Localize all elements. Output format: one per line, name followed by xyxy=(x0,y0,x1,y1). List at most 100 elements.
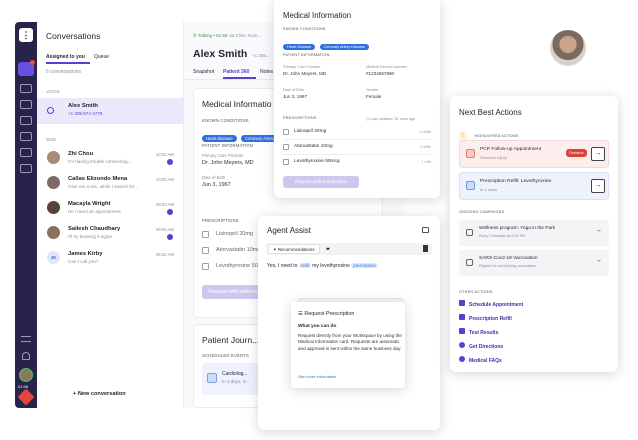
highlight-prescription[interactable]: prescription xyxy=(351,263,378,268)
agent-assist-title: Agent Assist xyxy=(267,226,312,235)
app-logo: ⋮ xyxy=(19,28,33,42)
action-sub: In 1 week xyxy=(480,187,498,192)
dob-value: Jun 3, 1967 xyxy=(202,182,231,188)
campaign-arrow-icon[interactable]: → xyxy=(595,257,602,264)
campaign-sub: Every Tuesdays at 5:00 PM xyxy=(479,234,526,238)
patient-phone: +1 305... xyxy=(252,53,270,58)
rx-checkbox[interactable] xyxy=(202,263,209,270)
medinfo-condition-pills: Heart Disease Coronary Artery Disease xyxy=(283,35,369,53)
last-updated-text: Last updated: 30 mins ago xyxy=(370,117,416,121)
message-text: Yes, I need to xyxy=(267,263,298,269)
sms-header: SMS xyxy=(46,137,56,142)
other-action-link[interactable]: Medical FAQs xyxy=(459,356,502,364)
condition-pill: Heart Disease xyxy=(202,135,237,142)
rx-row: Lisinopril 20mg 4 refills xyxy=(283,128,433,140)
list-item[interactable]: Zhi Chou I'm having trouble connecting..… xyxy=(37,149,184,173)
contact-name: Zhi Chou xyxy=(68,151,94,157)
calendar-icon[interactable] xyxy=(20,116,32,125)
action-card-overdue[interactable]: PCP Follow-up Appointment Shoulder Injur… xyxy=(459,140,609,168)
medinfo-pcp: Dr. John Meyers, MD xyxy=(283,71,327,76)
action-sub: Shoulder Injury xyxy=(480,155,507,160)
tab-snapshot[interactable]: Snapshot xyxy=(193,69,214,75)
campaign-icon xyxy=(466,229,473,236)
chat-icon[interactable]: ▰ xyxy=(326,246,330,252)
event-title: Cardiolog... xyxy=(222,371,248,377)
assist-message: Yes, I need to refill my levothyroxine p… xyxy=(267,263,378,269)
rx-note: 4 refills xyxy=(419,130,431,134)
voice-item-selected[interactable]: Alex Smith +1 305-574-4775 xyxy=(37,98,184,124)
rx-note: 1 refill xyxy=(421,160,431,164)
medinfo-dob: Jun 3, 1967 xyxy=(283,94,308,99)
message-time: 10:02 AM xyxy=(155,152,174,157)
unread-badge xyxy=(167,234,173,240)
medical-card-title: Medical Informatio xyxy=(202,99,272,109)
medinfo-conditions-label: KNOWN CONDITIONS xyxy=(283,27,326,31)
patient-info-label: PATIENT INFORMATION xyxy=(202,143,253,148)
menu-icon[interactable] xyxy=(21,336,31,342)
popover-link[interactable]: See more information xyxy=(298,374,336,379)
list-item[interactable]: Macayla Wright Hi! I need an appointment… xyxy=(37,199,184,223)
conversations-panel: Conversations Assigned to you Queue 6 co… xyxy=(37,22,184,408)
highlight-refill[interactable]: refill xyxy=(298,263,311,268)
event-item[interactable]: Cardiolog... In 3 days, D... xyxy=(202,363,262,395)
campaign-card[interactable]: Wellness program: Yoga in the Park Every… xyxy=(459,220,609,246)
status-indicator[interactable] xyxy=(17,388,35,406)
list-item[interactable]: Sailesh Chaudhary I'll try booking it ag… xyxy=(37,224,184,248)
nav-rail: ⋮ 01:58 xyxy=(15,22,37,408)
tab-patient-360[interactable]: Patient 360 xyxy=(223,69,249,75)
mail-icon[interactable] xyxy=(20,132,32,141)
book-icon[interactable] xyxy=(20,164,32,173)
nba-title: Next Best Actions xyxy=(459,108,522,117)
rx-name: Levothyroxine 50mcg xyxy=(294,159,340,164)
chat-icon[interactable] xyxy=(20,148,32,157)
action-card-refill[interactable]: Prescription Refill: Levothyroxine In 1 … xyxy=(459,172,609,200)
rx-checkbox[interactable] xyxy=(202,247,209,254)
list-item[interactable]: Callas Elizondo Mena Give me a sec, whil… xyxy=(37,174,184,198)
agent-avatar[interactable] xyxy=(19,368,33,382)
document-icon xyxy=(459,328,465,334)
rx-checkbox[interactable] xyxy=(202,231,209,238)
contacts-icon[interactable] xyxy=(20,84,32,93)
tab-assigned-underline xyxy=(46,62,90,64)
popover-title: Request Prescription xyxy=(304,311,355,317)
campaign-arrow-icon[interactable]: → xyxy=(595,227,602,234)
rx-checkbox[interactable] xyxy=(283,129,289,135)
action-arrow-button[interactable]: → xyxy=(591,179,605,193)
campaign-card[interactable]: SARS-Cov2-19 Vaccination Eligible for sc… xyxy=(459,250,609,276)
medinfo-gender: Female xyxy=(366,94,382,99)
popover-sub: What you can do xyxy=(298,324,337,329)
avatar xyxy=(47,176,60,189)
bell-icon[interactable] xyxy=(22,352,30,360)
call-icon xyxy=(47,107,54,114)
tasks-icon[interactable] xyxy=(20,100,32,109)
rx-checkbox[interactable] xyxy=(283,144,289,150)
rx-checkbox[interactable] xyxy=(283,159,289,165)
tab-recommendations[interactable]: ✦ Recommendations xyxy=(268,244,320,254)
other-action-link[interactable]: Test Results xyxy=(459,328,498,336)
dob-label: Date of Birth xyxy=(202,175,226,180)
tab-assigned[interactable]: Assigned to you xyxy=(46,54,85,60)
conversation-count: 6 conversations xyxy=(46,69,82,75)
medinfo-dob-label: Date of Birth xyxy=(283,88,305,92)
contact-message: Give me a sec, while I search for... xyxy=(68,184,139,189)
highlighted-label: HIGHLIGHTED ACTIONS xyxy=(474,134,519,138)
voice-item-phone: +1 305-574-4775 xyxy=(68,111,103,116)
tab-queue[interactable]: Queue xyxy=(94,54,109,60)
other-action-link[interactable]: Get Directions xyxy=(459,342,503,350)
patient-name: Alex Smith xyxy=(193,48,248,60)
ongoing-label: ONGOING CAMPAIGNS xyxy=(459,210,505,214)
expand-icon[interactable] xyxy=(422,227,429,233)
tab-notes[interactable]: Notes xyxy=(260,69,273,75)
other-action-link[interactable]: Schedule Appointment xyxy=(459,300,523,308)
unread-badge xyxy=(167,159,173,165)
popover-header: ☰ Request Prescription xyxy=(298,311,354,317)
other-action-link[interactable]: Prescription Refill xyxy=(459,314,512,322)
new-conversation-button[interactable]: + New conversation xyxy=(73,391,126,397)
call-status: ✆ Talking • 01:58 via Clinic Num... xyxy=(193,33,261,39)
unread-badge xyxy=(167,209,173,215)
list-item[interactable]: JK James Kirby Can I call you? 09:32 AM xyxy=(37,249,184,273)
medinfo-prescriptions-label: PRESCRIPTIONS xyxy=(283,116,317,120)
action-arrow-button[interactable]: → xyxy=(591,147,605,161)
medinfo-refill-button[interactable]: Request refill authorization xyxy=(283,176,359,188)
bookmark-icon[interactable] xyxy=(423,245,428,252)
